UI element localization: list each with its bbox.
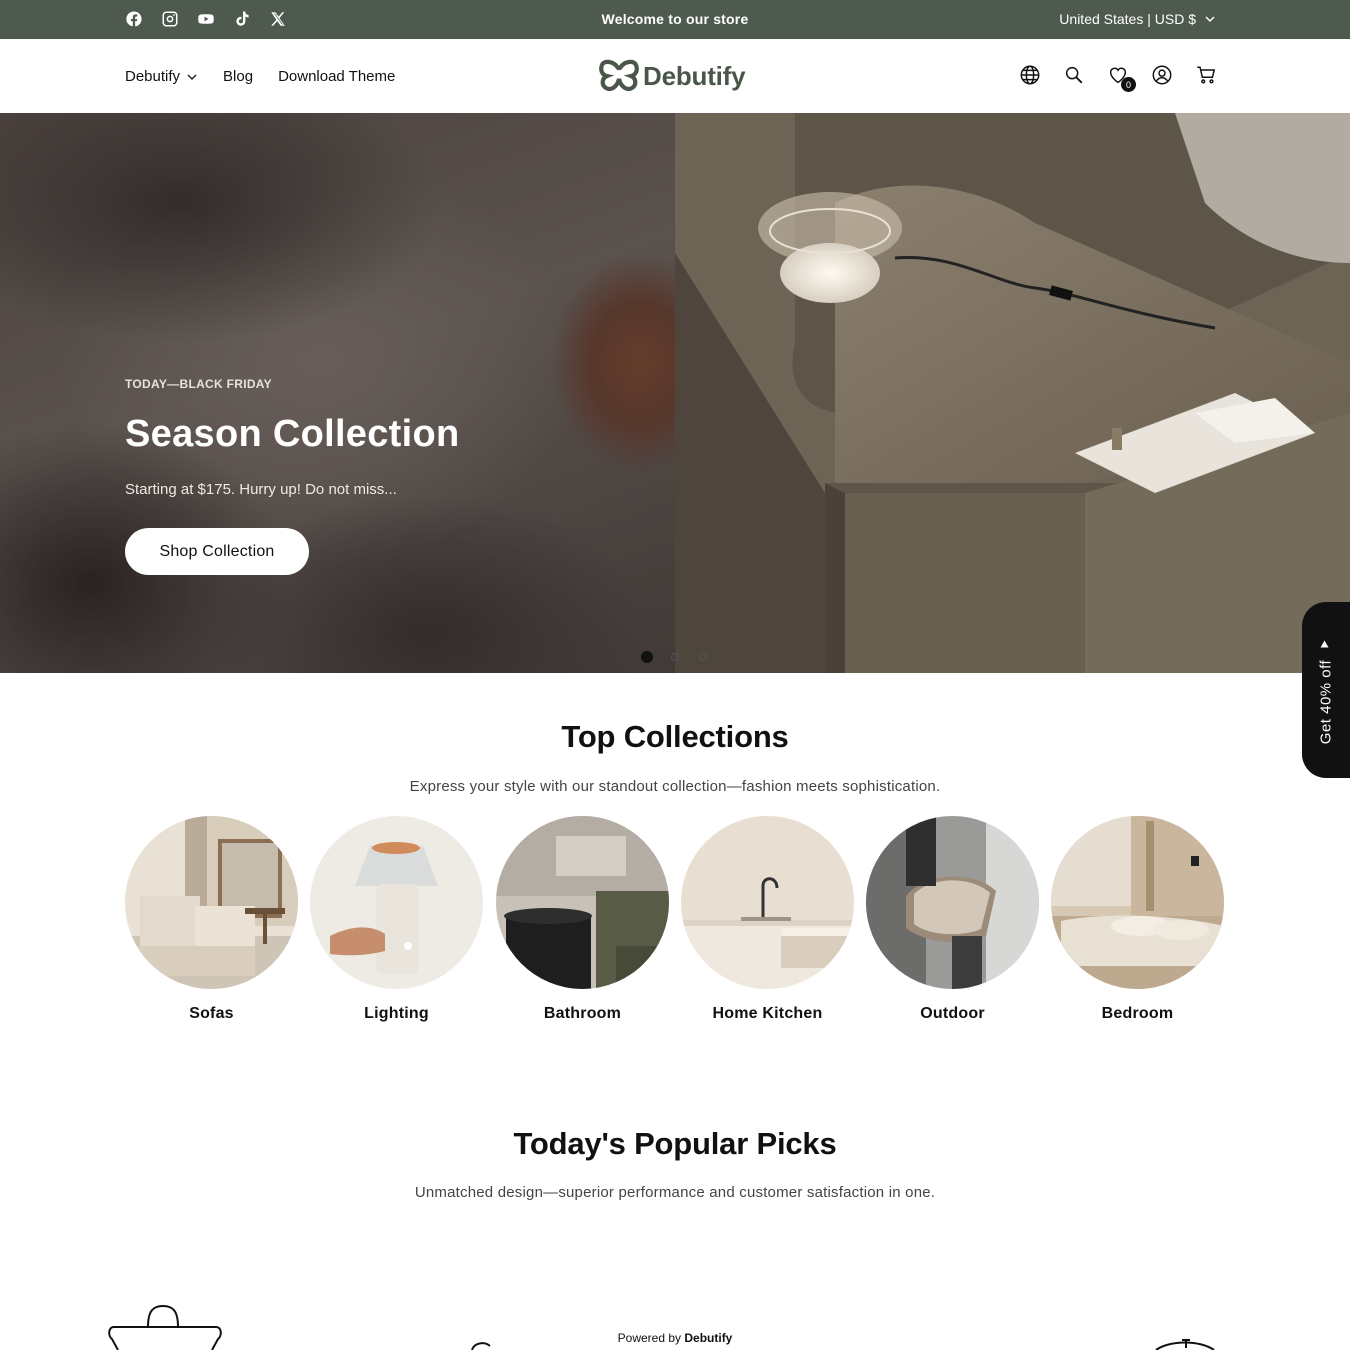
nav-item-debutify[interactable]: Debutify bbox=[125, 68, 198, 85]
collection-bathroom[interactable]: Bathroom bbox=[496, 816, 669, 1023]
nav-item-label: Debutify bbox=[125, 68, 181, 85]
discount-side-tab[interactable]: Get 40% off bbox=[1302, 602, 1350, 778]
slide-dot-3[interactable] bbox=[699, 653, 707, 661]
collection-image bbox=[125, 816, 298, 989]
collection-label: Sofas bbox=[189, 1005, 234, 1022]
cart-icon[interactable] bbox=[1195, 64, 1217, 86]
nav-item-label: Blog bbox=[223, 68, 254, 85]
collection-label: Lighting bbox=[364, 1005, 429, 1022]
collection-image bbox=[866, 816, 1039, 989]
collection-home-kitchen[interactable]: Home Kitchen bbox=[681, 816, 854, 1023]
collection-image bbox=[1051, 816, 1224, 989]
top-collections-subtitle: Express your style with our standout col… bbox=[409, 778, 941, 795]
search-icon[interactable] bbox=[1063, 64, 1085, 86]
nav-item-blog[interactable]: Blog bbox=[223, 68, 253, 85]
powered-by-brand[interactable]: Debutify bbox=[684, 1331, 732, 1345]
powered-by-prefix: Powered by bbox=[617, 1331, 682, 1345]
collection-label: Outdoor bbox=[920, 1005, 985, 1022]
hero-eyebrow: TODAY—BLACK FRIDAY bbox=[125, 377, 272, 391]
hero-slideshow: TODAY—BLACK FRIDAY Season Collection Sta… bbox=[0, 113, 1350, 673]
collection-outdoor[interactable]: Outdoor bbox=[866, 816, 1039, 1023]
site-logo[interactable]: Debutify bbox=[599, 59, 746, 93]
collection-bedroom[interactable]: Bedroom bbox=[1051, 816, 1224, 1023]
powered-by: Powered by Debutify bbox=[0, 1331, 1350, 1345]
chevron-down-icon bbox=[187, 73, 197, 80]
popular-picks-subtitle: Unmatched design—superior performance an… bbox=[414, 1184, 936, 1201]
site-header: Debutify Blog Download Theme Debutify 0 bbox=[0, 39, 1350, 113]
announcement-bar: Welcome to our store United States | USD… bbox=[0, 0, 1350, 39]
collection-label: Bedroom bbox=[1101, 1005, 1174, 1022]
locale-selector[interactable]: United States | USD $ bbox=[1059, 11, 1216, 27]
collection-image bbox=[681, 816, 854, 989]
collection-label: Home Kitchen bbox=[712, 1005, 823, 1022]
logo-text: Debutify bbox=[643, 60, 746, 91]
nav-item-download-theme[interactable]: Download Theme bbox=[278, 68, 395, 85]
collection-image bbox=[496, 816, 669, 989]
slide-dot-1[interactable] bbox=[641, 651, 653, 663]
hero-subtitle: Starting at $175. Hurry up! Do not miss.… bbox=[125, 481, 397, 498]
top-collections-title: Top Collections bbox=[561, 719, 789, 754]
account-icon[interactable] bbox=[1151, 64, 1173, 86]
locale-label: United States | USD $ bbox=[1059, 11, 1196, 27]
collection-sofas[interactable]: Sofas bbox=[125, 816, 298, 1023]
hero-image-furniture bbox=[675, 113, 1350, 673]
globe-icon[interactable] bbox=[1019, 64, 1041, 86]
collection-label: Bathroom bbox=[543, 1005, 622, 1022]
chevron-down-icon bbox=[1205, 16, 1215, 23]
nav-item-label: Download Theme bbox=[278, 68, 396, 85]
shop-collection-button[interactable]: Shop Collection bbox=[125, 528, 309, 575]
caret-up-icon bbox=[1320, 640, 1329, 648]
collection-lighting[interactable]: Lighting bbox=[310, 816, 483, 1023]
wishlist-icon[interactable]: 0 bbox=[1107, 64, 1136, 92]
collection-image bbox=[310, 816, 483, 989]
discount-tab-label: Get 40% off bbox=[1317, 659, 1335, 745]
butterfly-logo-icon bbox=[599, 59, 639, 92]
slide-dot-2[interactable] bbox=[671, 653, 679, 661]
main-nav: Debutify Blog Download Theme bbox=[125, 68, 395, 85]
header-icons: 0 bbox=[1019, 64, 1217, 92]
hero-image-blurred bbox=[0, 113, 675, 673]
hero-title: Season Collection bbox=[125, 413, 460, 455]
popular-picks-title: Today's Popular Picks bbox=[513, 1126, 837, 1161]
wishlist-count-badge: 0 bbox=[1121, 77, 1136, 92]
slideshow-dots bbox=[641, 651, 709, 663]
